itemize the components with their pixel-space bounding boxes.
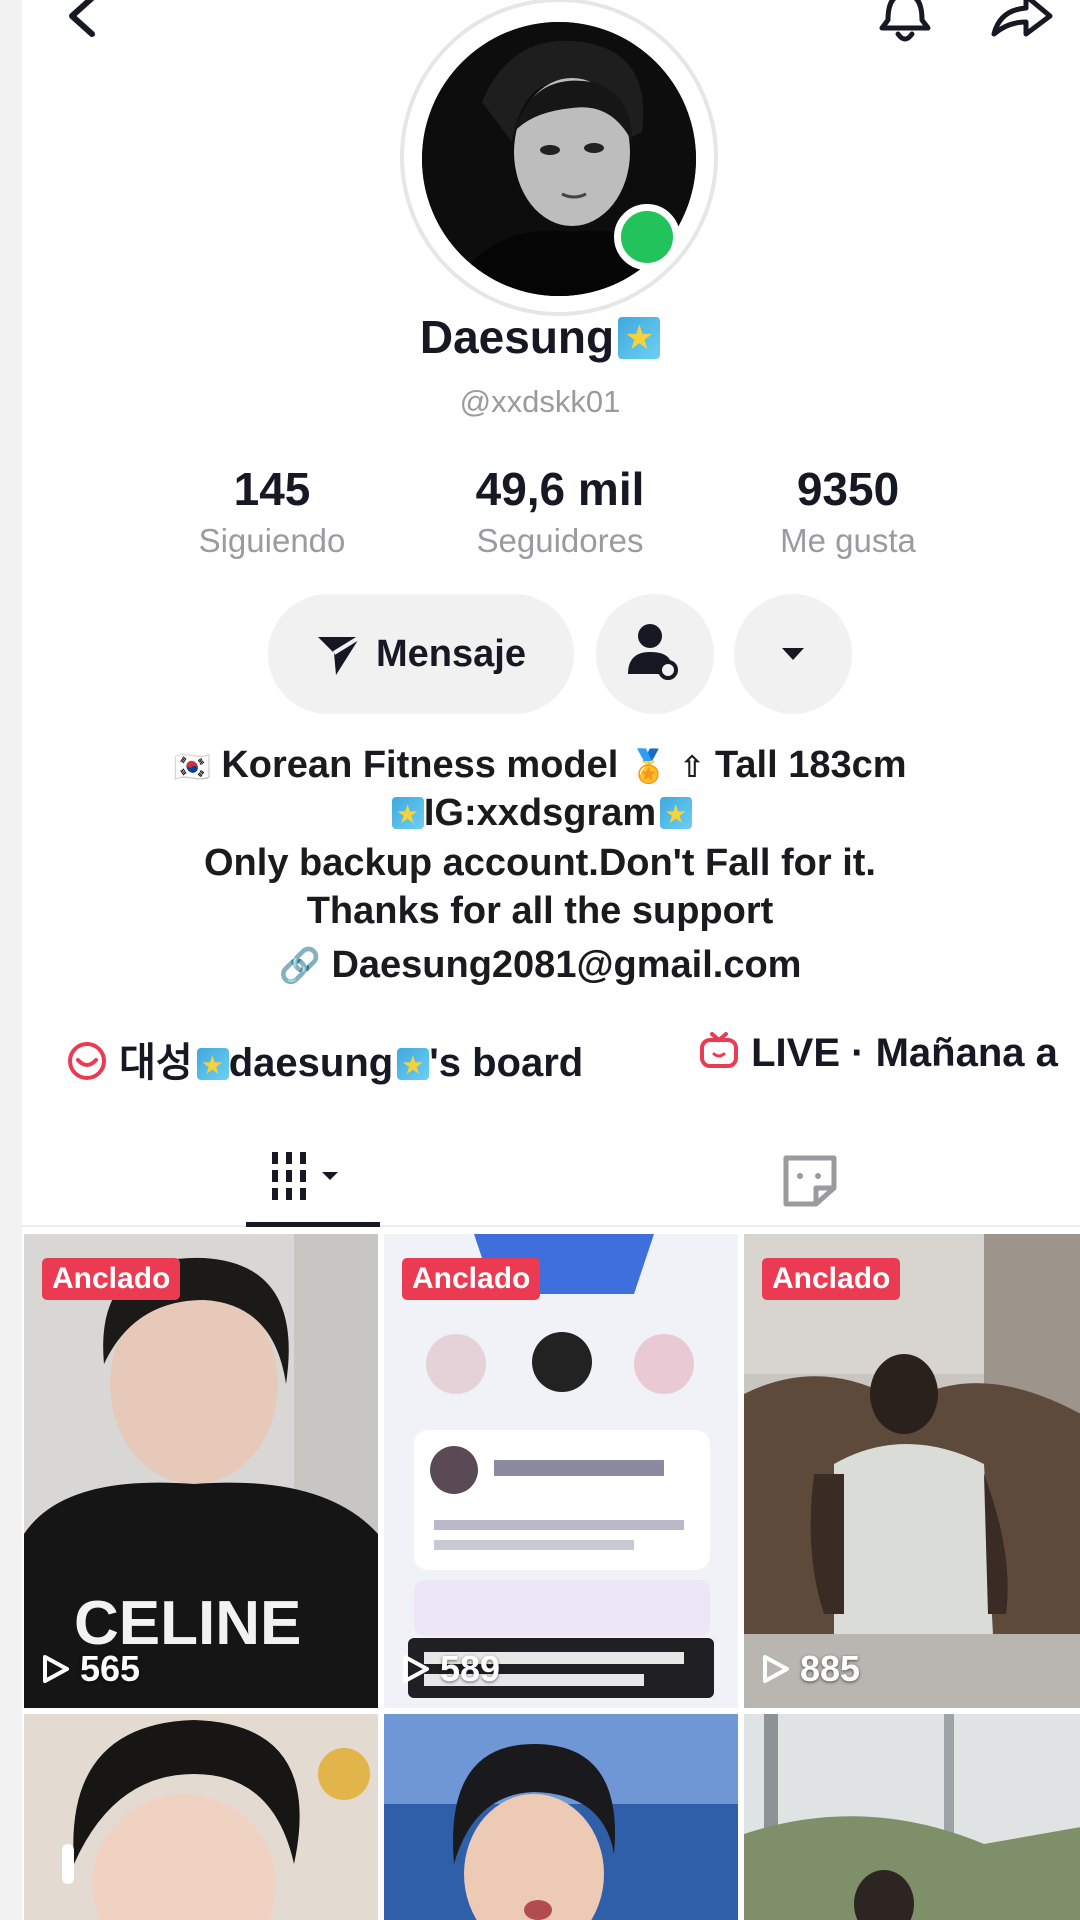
stat-followers-label: Seguidores bbox=[476, 522, 644, 559]
bio-line-4: Thanks for all the support bbox=[306, 890, 774, 932]
sparkle-emoji-icon bbox=[196, 1048, 229, 1081]
video-thumbnail[interactable]: Anclado 589 bbox=[384, 1234, 738, 1708]
video-thumbnail-image: CELINE bbox=[24, 1234, 378, 1708]
stat-followers-value: 49,6 mil bbox=[475, 463, 645, 515]
tab-videos-grid[interactable] bbox=[266, 1148, 362, 1204]
live-tv-icon bbox=[700, 1032, 738, 1068]
video-thumbnail[interactable]: Anclado 885 bbox=[744, 1234, 1080, 1708]
stat-followers[interactable]: 49,6 mil Seguidores bbox=[430, 462, 690, 560]
board-link[interactable]: 대성 daesung 's board bbox=[66, 1030, 583, 1090]
profile-name: Daesung bbox=[0, 310, 1080, 364]
back-arrow-icon[interactable] bbox=[58, 0, 118, 50]
board-suffix: 's board bbox=[429, 1041, 584, 1085]
stat-likes[interactable]: 9350 Me gusta bbox=[718, 462, 978, 560]
video-thumbnail[interactable] bbox=[384, 1714, 738, 1920]
pinned-badge: Anclado bbox=[42, 1258, 181, 1300]
bio-line-3: Only backup account.Don't Fall for it. bbox=[204, 842, 876, 884]
caret-down-icon bbox=[782, 648, 804, 660]
bio-text-model: Korean Fitness model bbox=[221, 744, 619, 786]
play-icon bbox=[763, 1655, 789, 1683]
add-friend-button[interactable] bbox=[596, 594, 714, 714]
video-thumbnail-image bbox=[744, 1234, 1080, 1708]
live-label: LIVE · Mañana a bbox=[751, 1031, 1058, 1075]
person-add-icon bbox=[628, 624, 678, 680]
stat-likes-value: 9350 bbox=[796, 463, 900, 515]
video-thumbnail-image bbox=[744, 1714, 1080, 1920]
link-icon: 🔗 bbox=[278, 947, 321, 985]
tabs-divider bbox=[22, 1225, 1080, 1227]
bio-email: Daesung2081@gmail.com bbox=[331, 944, 802, 986]
view-count-value: 885 bbox=[800, 1648, 861, 1689]
view-count: 565 bbox=[42, 1648, 140, 1690]
video-thumbnail-image bbox=[384, 1714, 738, 1920]
stat-following-value: 145 bbox=[233, 463, 311, 515]
sparkle-emoji-icon bbox=[391, 797, 424, 830]
sparkle-emoji-icon bbox=[618, 317, 661, 359]
sparkle-emoji-icon bbox=[660, 797, 693, 830]
send-icon bbox=[318, 635, 362, 675]
stat-likes-label: Me gusta bbox=[780, 522, 916, 559]
play-icon bbox=[43, 1655, 69, 1683]
bell-icon[interactable] bbox=[870, 0, 940, 50]
message-button-label: Mensaje bbox=[376, 632, 526, 675]
view-count: 885 bbox=[762, 1648, 860, 1690]
bio-line-2: IG:xxdsgram bbox=[0, 792, 1080, 835]
sparkle-emoji-icon bbox=[397, 1048, 430, 1081]
video-thumbnail-image bbox=[384, 1234, 738, 1708]
share-icon[interactable] bbox=[980, 0, 1060, 50]
video-thumbnail-image bbox=[24, 1714, 378, 1920]
profile-name-text: Daesung bbox=[419, 311, 615, 363]
board-icon bbox=[68, 1042, 106, 1080]
stat-following[interactable]: 145 Siguiendo bbox=[142, 462, 402, 560]
view-count-value: 589 bbox=[440, 1648, 501, 1689]
online-status-dot bbox=[614, 204, 680, 270]
view-count-value: 565 bbox=[80, 1648, 141, 1689]
bio-text-tall: Tall 183cm bbox=[715, 744, 907, 786]
korea-flag-icon: 🇰🇷 bbox=[173, 751, 211, 784]
board-prefix: 대성 bbox=[119, 1041, 193, 1085]
profile-handle: @xxdskk01 bbox=[459, 384, 621, 419]
view-count: 589 bbox=[402, 1648, 500, 1690]
active-tab-indicator bbox=[246, 1222, 380, 1227]
bio-line-1: 🇰🇷 Korean Fitness model 🏅 ⇧ Tall 183cm bbox=[0, 744, 1080, 787]
height-icon: ⇧ bbox=[679, 751, 705, 784]
medal-icon: 🏅 bbox=[628, 748, 669, 784]
bio-instagram: IG:xxdsgram bbox=[423, 792, 657, 834]
play-icon bbox=[403, 1655, 429, 1683]
more-options-button[interactable] bbox=[734, 594, 852, 714]
bio-email-row[interactable]: 🔗 Daesung2081@gmail.com bbox=[0, 944, 1080, 987]
pinned-badge: Anclado bbox=[762, 1258, 901, 1300]
video-thumbnail[interactable] bbox=[24, 1714, 378, 1920]
message-button[interactable]: Mensaje bbox=[268, 594, 574, 714]
video-thumbnail[interactable]: CELINE Anclado 565 bbox=[24, 1234, 378, 1708]
pinned-badge: Anclado bbox=[402, 1258, 541, 1300]
live-link[interactable]: LIVE · Mañana a bbox=[698, 1030, 1058, 1090]
stat-following-label: Siguiendo bbox=[198, 522, 346, 559]
tab-reposts-sticker[interactable] bbox=[778, 1150, 842, 1210]
board-middle: daesung bbox=[228, 1041, 394, 1085]
video-thumbnail[interactable] bbox=[744, 1714, 1080, 1920]
